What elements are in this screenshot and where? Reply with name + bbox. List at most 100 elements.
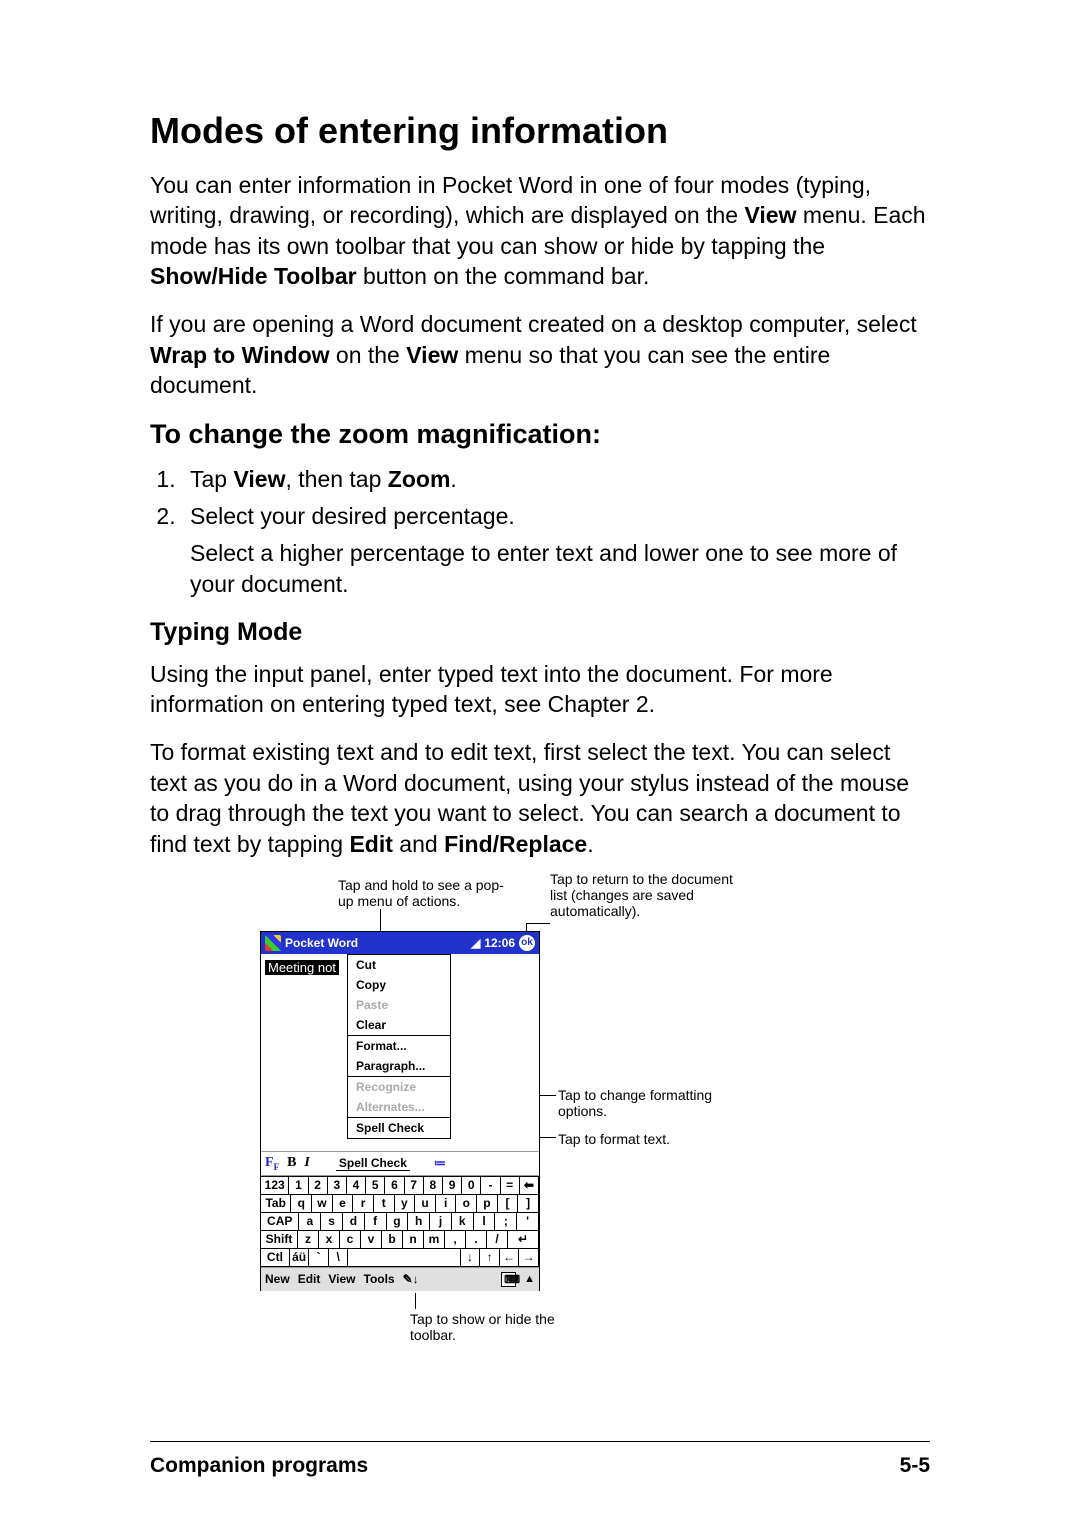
selected-text[interactable]: Meeting not — [265, 960, 339, 975]
step-2: Select your desired percentage. Select a… — [182, 501, 930, 600]
callout-toolbar: Tap to show or hide the toolbar. — [410, 1311, 570, 1343]
key[interactable]: = — [501, 1177, 520, 1195]
key-down[interactable]: ↓ — [461, 1249, 481, 1267]
key[interactable]: z — [298, 1231, 319, 1249]
key[interactable]: u — [415, 1195, 436, 1213]
menu-recognize: Recognize — [348, 1077, 450, 1097]
key-shift[interactable]: Shift — [261, 1231, 298, 1249]
key[interactable]: ; — [495, 1213, 517, 1231]
key[interactable]: / — [487, 1231, 508, 1249]
start-flag-icon[interactable] — [265, 935, 281, 951]
menu-clear[interactable]: Clear — [348, 1015, 450, 1035]
key-123[interactable]: 123 — [261, 1177, 289, 1195]
key[interactable]: y — [395, 1195, 416, 1213]
menu-edit[interactable]: Edit — [298, 1272, 321, 1286]
key-right[interactable]: → — [519, 1249, 539, 1267]
text: Tap — [190, 466, 233, 492]
key[interactable]: 2 — [309, 1177, 328, 1195]
key-backspace[interactable]: ⬅ — [520, 1177, 539, 1195]
footer-left: Companion programs — [150, 1454, 368, 1478]
text: Select your desired percentage. — [190, 503, 515, 529]
command-bar: New Edit View Tools ✎↓ ⌨ ▲ — [261, 1267, 539, 1291]
key[interactable]: 1 — [289, 1177, 308, 1195]
bold-edit: Edit — [349, 831, 392, 857]
key[interactable]: i — [436, 1195, 457, 1213]
key[interactable]: \ — [329, 1249, 349, 1267]
key[interactable]: ' — [517, 1213, 539, 1231]
menu-new[interactable]: New — [265, 1272, 290, 1286]
footer-rule — [150, 1441, 930, 1442]
key[interactable]: g — [387, 1213, 409, 1231]
key[interactable]: w — [312, 1195, 333, 1213]
key-left[interactable]: ← — [500, 1249, 520, 1267]
key-cap[interactable]: CAP — [261, 1213, 299, 1231]
menu-format[interactable]: Format... — [348, 1036, 450, 1056]
menu-paragraph[interactable]: Paragraph... — [348, 1056, 450, 1076]
key[interactable]: s — [321, 1213, 343, 1231]
bullets-button[interactable]: ≔ — [434, 1156, 447, 1170]
key[interactable]: k — [452, 1213, 474, 1231]
step-1: Tap View, then tap Zoom. — [182, 464, 930, 495]
toolbar-toggle-icon[interactable]: ✎↓ — [403, 1272, 419, 1286]
input-panel-arrow-icon[interactable]: ▲ — [524, 1273, 535, 1285]
key[interactable]: p — [477, 1195, 498, 1213]
bold-button[interactable]: B — [287, 1155, 296, 1171]
paragraph-2: If you are opening a Word document creat… — [150, 309, 930, 400]
key[interactable]: 8 — [424, 1177, 443, 1195]
menu-view[interactable]: View — [328, 1272, 355, 1286]
key[interactable]: r — [353, 1195, 374, 1213]
key-space[interactable] — [348, 1249, 460, 1267]
subheading-zoom: To change the zoom magnification: — [150, 419, 930, 450]
key[interactable]: 3 — [328, 1177, 347, 1195]
key[interactable]: a — [299, 1213, 321, 1231]
key[interactable]: f — [365, 1213, 387, 1231]
key[interactable]: x — [319, 1231, 340, 1249]
key[interactable]: h — [408, 1213, 430, 1231]
pen-format-icon[interactable]: FF — [265, 1155, 279, 1172]
menu-cut[interactable]: Cut — [348, 955, 450, 975]
key[interactable]: n — [403, 1231, 424, 1249]
key-ctl[interactable]: Ctl — [261, 1249, 290, 1267]
soft-keyboard[interactable]: 123 1 2 3 4 5 6 7 8 9 0 - = ⬅ Tab — [261, 1176, 539, 1267]
key[interactable]: m — [424, 1231, 445, 1249]
input-panel-icon[interactable]: ⌨ — [501, 1272, 516, 1287]
key[interactable]: ] — [518, 1195, 539, 1213]
menu-spellcheck[interactable]: Spell Check — [348, 1118, 450, 1138]
ok-button[interactable]: ok — [519, 935, 535, 951]
key[interactable]: . — [466, 1231, 487, 1249]
steps-list: Tap View, then tap Zoom. Select your des… — [182, 464, 930, 600]
key[interactable]: t — [374, 1195, 395, 1213]
key[interactable]: l — [474, 1213, 496, 1231]
key[interactable]: - — [481, 1177, 500, 1195]
key[interactable]: 6 — [385, 1177, 404, 1195]
key[interactable]: b — [382, 1231, 403, 1249]
key[interactable]: e — [333, 1195, 354, 1213]
key[interactable]: 0 — [462, 1177, 481, 1195]
subheading-typing: Typing Mode — [150, 618, 930, 647]
key-enter[interactable]: ↵ — [508, 1231, 539, 1249]
key[interactable]: c — [340, 1231, 361, 1249]
key[interactable]: 7 — [405, 1177, 424, 1195]
key[interactable]: q — [291, 1195, 312, 1213]
key[interactable]: , — [445, 1231, 466, 1249]
bold-findreplace: Find/Replace — [444, 831, 587, 857]
key[interactable]: 9 — [443, 1177, 462, 1195]
key-intl[interactable]: áü — [290, 1249, 310, 1267]
italic-button[interactable]: I — [304, 1155, 309, 1171]
key[interactable]: ` — [309, 1249, 329, 1267]
key-up[interactable]: ↑ — [480, 1249, 500, 1267]
key[interactable]: d — [343, 1213, 365, 1231]
key[interactable]: j — [430, 1213, 452, 1231]
menu-tools[interactable]: Tools — [364, 1272, 395, 1286]
text: on the — [330, 342, 407, 368]
menu-copy[interactable]: Copy — [348, 975, 450, 995]
key-tab[interactable]: Tab — [261, 1195, 291, 1213]
key[interactable]: 4 — [347, 1177, 366, 1195]
bold-showhide: Show/Hide Toolbar — [150, 263, 357, 289]
document-area[interactable]: Meeting not Cut Copy Paste Clear Format.… — [261, 954, 539, 1152]
key[interactable]: o — [456, 1195, 477, 1213]
key[interactable]: [ — [498, 1195, 519, 1213]
paragraph-3: Using the input panel, enter typed text … — [150, 659, 930, 720]
key[interactable]: v — [361, 1231, 382, 1249]
key[interactable]: 5 — [366, 1177, 385, 1195]
